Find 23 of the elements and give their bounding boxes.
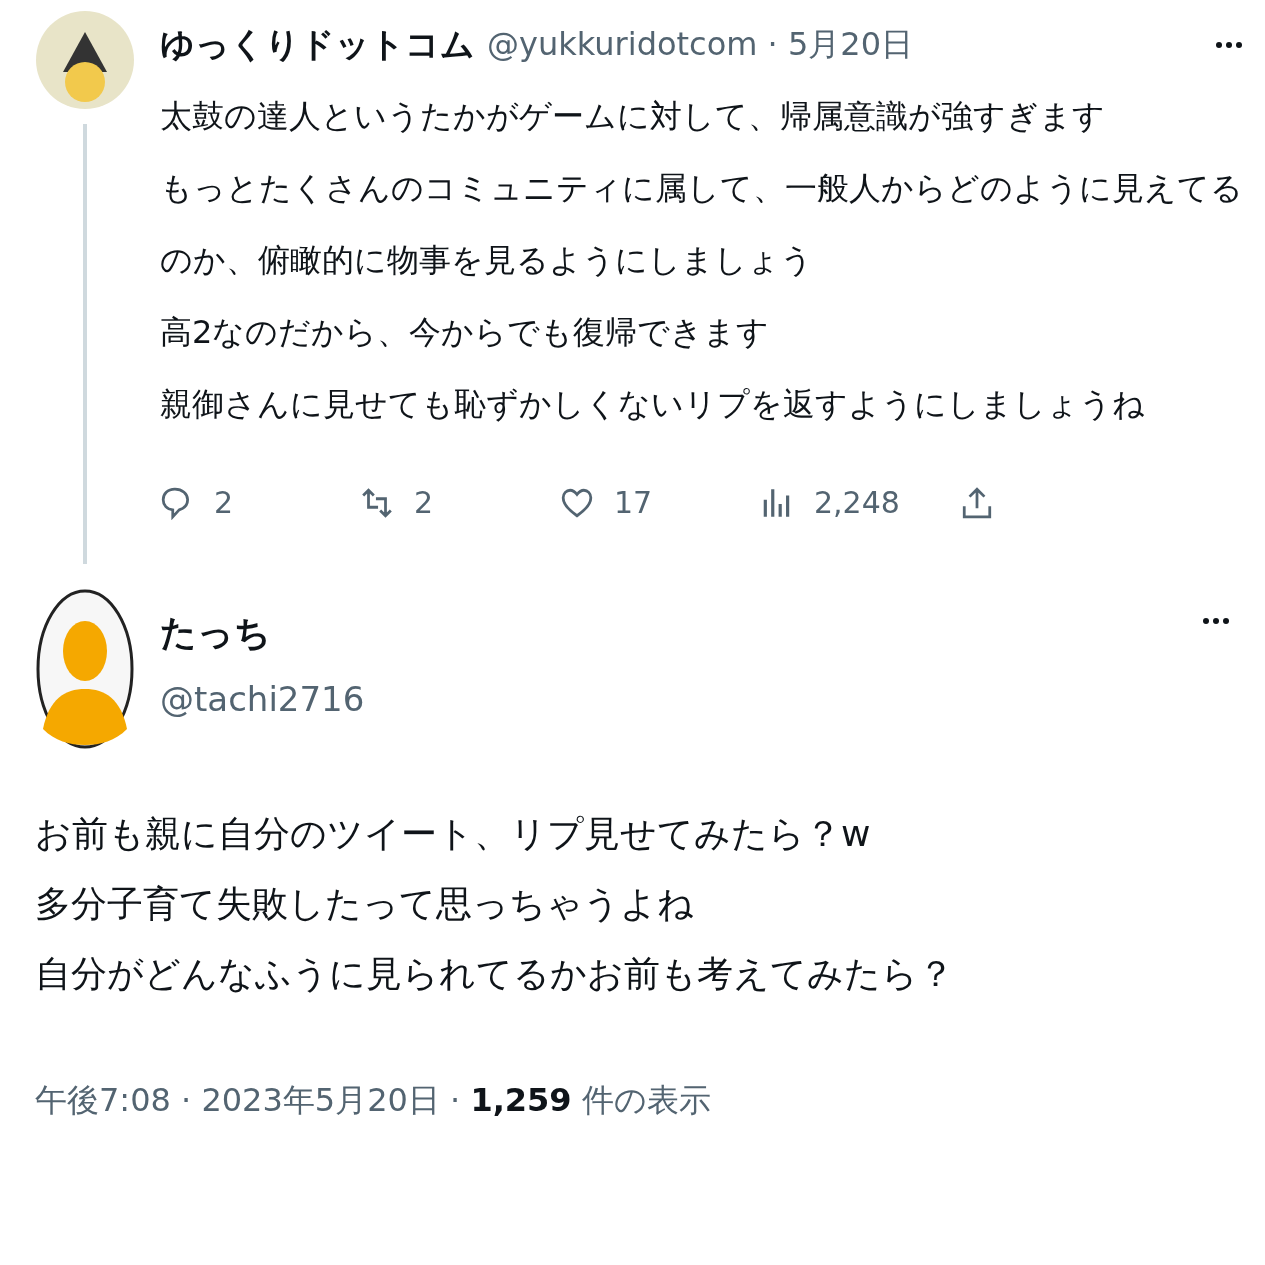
reply-count: 2 xyxy=(214,485,234,520)
retweet-count: 2 xyxy=(414,485,434,520)
retweet-icon[interactable] xyxy=(360,485,394,520)
tweet-text: 太鼓の達人というたかがゲームに対して、帰属意識が強すぎます xyxy=(160,96,1106,137)
tweet-text: 親御さんに見せても恥ずかしくないリプを返すようにしましょうね xyxy=(160,384,1146,425)
more-options-icon[interactable] xyxy=(1202,617,1230,625)
user-handle[interactable]: @yukkuridotcom · 5月20日 xyxy=(487,23,913,67)
user-name[interactable]: ゆっくりドットコム xyxy=(160,22,475,68)
share-icon[interactable] xyxy=(960,485,994,520)
avatar-icon[interactable] xyxy=(35,589,135,749)
tweet-text: 自分がどんなふうに見られてるかお前も考えてみたら？ xyxy=(35,952,955,996)
tweet-text: 高2なのだから、今からでも復帰できます xyxy=(160,312,771,353)
tweet-text: 多分子育て失敗したって思っちゃうよね xyxy=(35,882,695,926)
tweet-text: のか、俯瞰的に物事を見るようにしましょう xyxy=(160,240,814,281)
user-handle[interactable]: @tachi2716 xyxy=(160,679,365,719)
more-options-icon[interactable] xyxy=(1215,41,1243,49)
tweet-text: お前も親に自分のツイート、リプ見せてみたら？w xyxy=(35,812,872,856)
tweet-text: もっとたくさんのコミュニティに属して、一般人からどのように見えてる xyxy=(160,168,1243,209)
heart-count: 17 xyxy=(614,485,653,520)
tweet-timestamp: 午後7:08 · 2023年5月20日 · 1,259 件の表示 xyxy=(35,1080,712,1121)
avatar-icon[interactable] xyxy=(35,10,135,110)
user-name[interactable]: たっち xyxy=(160,609,365,679)
bar-chart-count: 2,248 xyxy=(814,485,900,520)
